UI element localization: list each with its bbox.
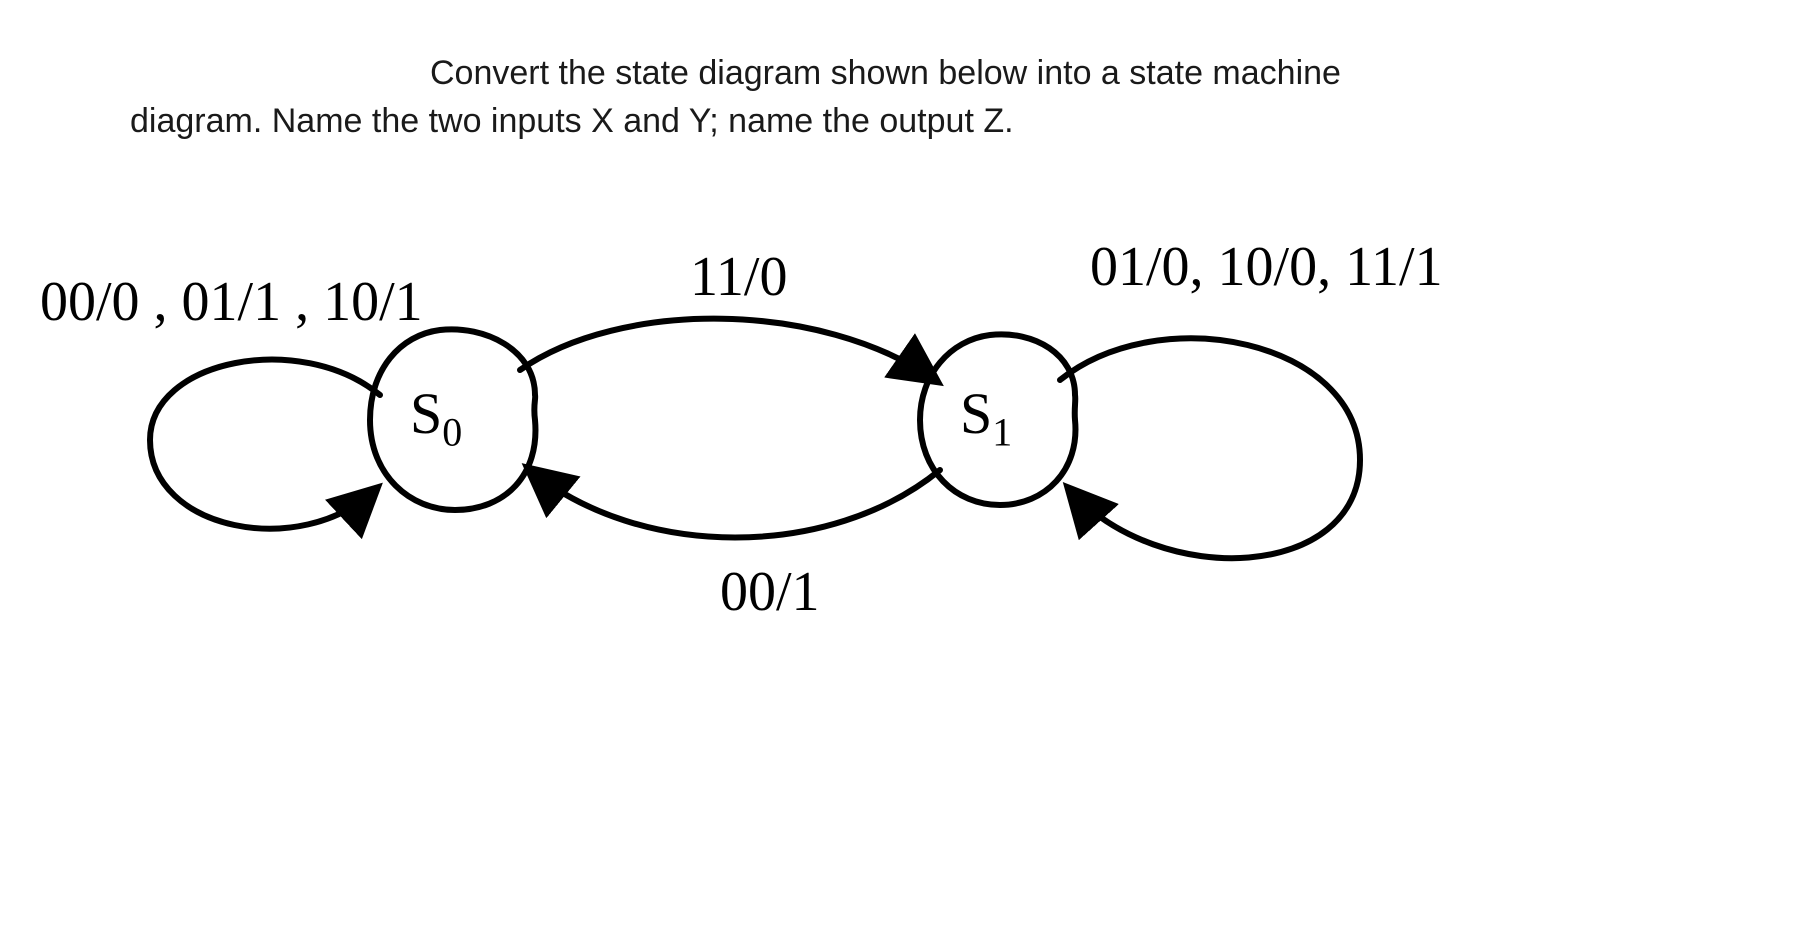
state-diagram	[0, 0, 1803, 939]
label-s1-selfloop: 01/0, 10/0, 11/1	[1090, 235, 1443, 299]
label-s1-to-s0: 00/1	[720, 560, 820, 624]
state-s0-letter: S	[410, 381, 442, 446]
state-s0-sub: 0	[442, 410, 462, 455]
edge-s1-selfloop	[1060, 338, 1360, 558]
edge-s1-to-s0	[530, 470, 940, 538]
state-s1-label: S1	[960, 380, 1012, 456]
state-s1-sub: 1	[992, 410, 1012, 455]
edge-s0-to-s1	[520, 319, 935, 380]
state-s0-label: S0	[410, 380, 462, 456]
state-s1-letter: S	[960, 381, 992, 446]
edge-s0-selfloop	[150, 360, 380, 529]
label-s0-to-s1: 11/0	[690, 245, 787, 309]
label-s0-selfloop: 00/0 , 01/1 , 10/1	[40, 270, 423, 334]
